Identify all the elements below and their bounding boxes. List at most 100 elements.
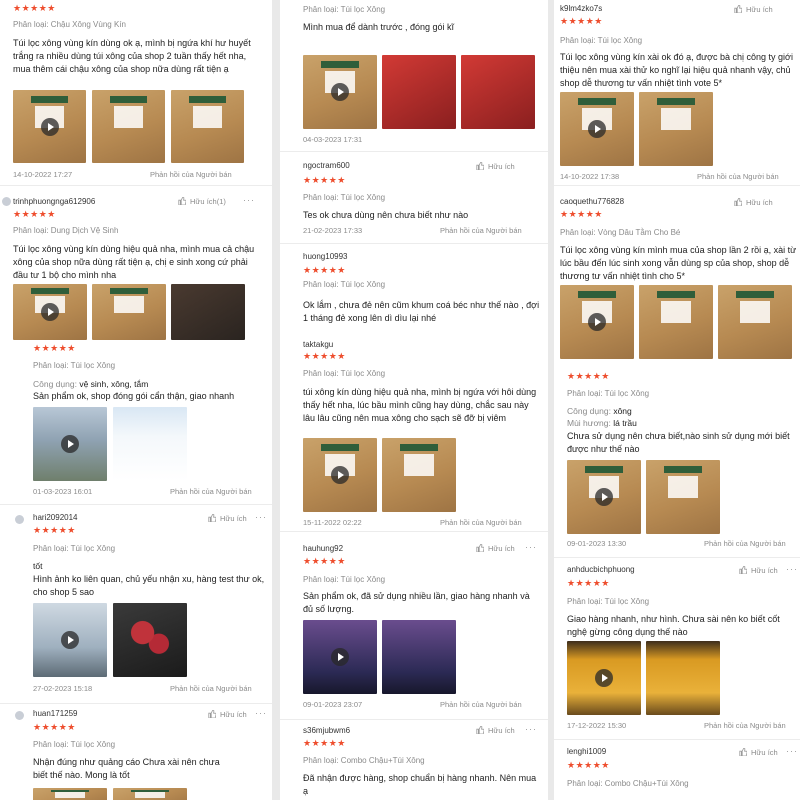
review-text: Chưa sử dụng nên chưa biết,nào sinh sử d… [567,431,790,454]
review-column-3: k9lm4zko7s Hữu ích ★★★★★ Phân loại: Túi … [554,0,800,800]
seller-reply-link[interactable]: Phản hồi của Người bán [440,226,522,235]
more-options-icon[interactable]: ··· [525,724,537,734]
review-date: 01-03-2023 16:01 [33,487,93,496]
review-photo[interactable] [646,641,720,715]
more-options-icon[interactable]: ··· [525,542,537,552]
review-photo[interactable] [171,284,245,340]
review-date: 15-11-2022 02:22 [303,518,362,527]
review-item: lenghi1009 Hữu ích ··· ★★★★★ Phân loại: … [554,740,800,800]
review-photo[interactable] [382,620,456,694]
review-video[interactable] [560,92,634,166]
review-photo[interactable] [461,55,535,129]
review-text: túi xông kín dùng hiệu quả nha, mình bị … [303,387,537,423]
review-video[interactable] [303,438,377,512]
review-photo[interactable] [382,438,456,512]
helpful-button[interactable]: Hữu ích [488,726,515,735]
thumbs-up-icon[interactable] [208,514,216,522]
review-photo[interactable] [382,55,456,129]
thumbs-up-icon[interactable] [734,5,742,13]
thumbs-up-icon[interactable] [178,197,186,205]
rating-stars: ★★★★★ [13,209,56,219]
product-scent: Mùi hương: lá trầu [567,418,637,428]
seller-reply-link[interactable]: Phản hồi của Người bán [440,700,522,709]
review-date: 17-12-2022 15:30 [567,721,627,730]
more-options-icon[interactable]: ··· [243,195,255,205]
review-column-1: ★★★★★ Phân loại: Chậu Xông Vùng Kín Túi … [0,0,272,800]
helpful-button[interactable]: Hữu ích [488,162,515,171]
review-video[interactable] [33,603,107,677]
review-video[interactable] [567,460,641,534]
reviewer-name: ngoctram600 [303,161,350,170]
seller-reply-link[interactable]: Phản hồi của Người bán [170,487,252,496]
product-use: tốt [33,561,43,571]
review-text: Giao hàng nhanh, như hình. Chưa sài nên … [567,614,780,637]
review-video[interactable] [303,620,377,694]
review-item: hari2092014 Hữu ích ··· ★★★★★ Phân loại:… [0,506,272,704]
thumbs-up-icon[interactable] [476,726,484,734]
rating-stars: ★★★★★ [33,343,76,353]
rating-stars: ★★★★★ [303,738,346,748]
helpful-button[interactable]: Hữu ích [220,710,247,719]
helpful-button[interactable]: Hữu ích [746,5,773,14]
review-video[interactable] [33,407,107,481]
review-text: Sản phẩm ok, shop đóng gói cẩn thận, gia… [33,391,235,401]
review-video[interactable] [567,641,641,715]
helpful-button[interactable]: Hữu ích [488,544,515,553]
more-options-icon[interactable]: ··· [786,746,798,756]
review-video[interactable] [13,284,87,340]
play-icon [40,117,59,136]
seller-reply-link[interactable]: Phản hồi của Người bán [704,721,786,730]
helpful-button[interactable]: Hữu ích [751,748,778,757]
more-options-icon[interactable]: ··· [255,708,267,718]
divider [554,557,800,558]
review-column-2: Phân loại: Túi lọc Xông Mình mua để dành… [280,0,548,800]
seller-reply-link[interactable]: Phản hồi của Người bán [704,539,786,548]
helpful-button[interactable]: Hữu ích [751,566,778,575]
seller-reply-link[interactable]: Phản hồi của Người bán [697,172,779,181]
thumbs-up-icon[interactable] [476,162,484,170]
review-date: 09-01-2023 13:30 [567,539,627,548]
seller-reply-link[interactable]: Phản hồi của Người bán [170,684,252,693]
play-icon [61,435,79,453]
helpful-button[interactable]: Hữu ích(1) [190,197,226,206]
reviewer-name: trinhphuongnga612906 [13,197,96,206]
review-video[interactable] [303,55,377,129]
helpful-button[interactable]: Hữu ích [746,198,773,207]
seller-reply-link[interactable]: Phản hồi của Người bán [440,518,522,527]
review-photo[interactable] [171,90,244,163]
thumbs-up-icon[interactable] [476,544,484,552]
review-video[interactable] [560,285,634,359]
review-date: 21-02-2023 17:33 [303,226,363,235]
review-item: ★★★★★ Phân loại: Chậu Xông Vùng Kín Túi … [0,0,272,186]
helpful-button[interactable]: Hữu ích [220,514,247,523]
review-photo[interactable] [113,407,187,481]
divider [0,185,272,186]
review-photo[interactable] [92,90,165,163]
thumbs-up-icon[interactable] [208,710,216,718]
more-options-icon[interactable]: ··· [786,564,798,574]
product-variant: Phân loại: Túi lọc Xông [33,361,116,370]
more-options-icon[interactable]: ··· [255,512,267,522]
thumbs-up-icon[interactable] [739,748,747,756]
review-photo[interactable] [718,285,792,359]
review-photo[interactable] [646,460,720,534]
review-item: Phân loại: Túi lọc Xông Mình mua để dành… [280,0,548,152]
reviewer-name: huong10993 [303,252,348,261]
review-photo[interactable] [639,285,713,359]
review-date: 14-10-2022 17:38 [560,172,620,181]
review-text: Túi lọc xông vùng kín mình mua của shop … [560,245,797,281]
review-video[interactable] [13,90,86,163]
thumbs-up-icon[interactable] [739,566,747,574]
rating-stars: ★★★★★ [303,265,346,275]
product-variant: Phân loại: Túi lọc Xông [567,597,650,606]
play-icon [61,631,79,649]
product-variant: Phân loại: Túi lọc Xông [303,369,386,378]
seller-reply-link[interactable]: Phản hồi của Người bán [150,170,232,179]
review-item: hauhung92 Hữu ích ··· ★★★★★ Phân loại: T… [280,532,548,720]
review-photo[interactable] [113,603,187,677]
review-photo[interactable] [33,788,107,800]
review-photo[interactable] [92,284,166,340]
review-photo[interactable] [639,92,713,166]
review-photo[interactable] [113,788,187,800]
thumbs-up-icon[interactable] [734,198,742,206]
